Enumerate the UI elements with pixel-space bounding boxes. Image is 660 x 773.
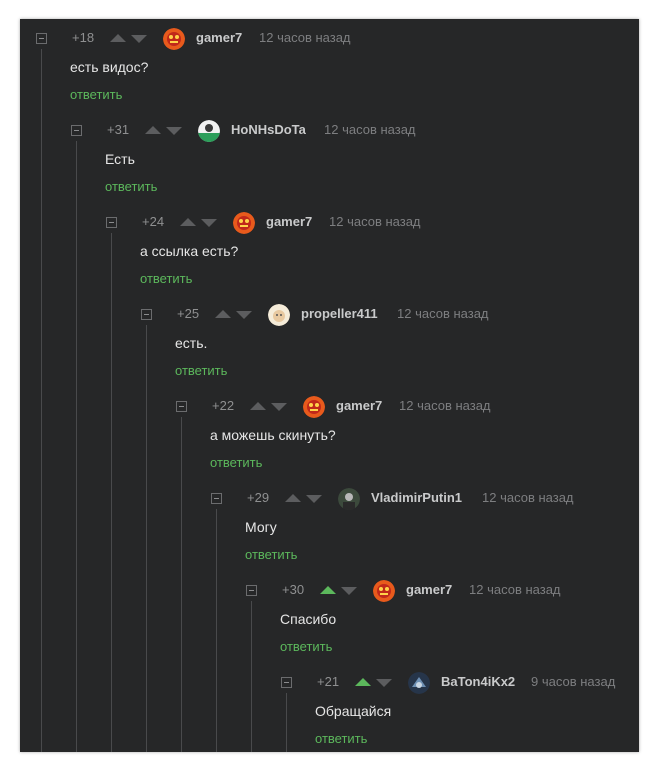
comment: +22 gamer7 12 часов назад а можешь скину…	[20, 387, 639, 479]
downvote-arrow-icon[interactable]	[201, 219, 217, 227]
comment-text: а ссылка есть?	[140, 243, 239, 259]
username-link[interactable]: HoNHsDoTa	[231, 122, 306, 137]
comment-time: 12 часов назад	[397, 306, 489, 321]
comment-rating: +24	[142, 214, 165, 229]
comment-time: 12 часов назад	[482, 490, 574, 505]
username-link[interactable]: BaTon4iKx2	[441, 674, 515, 689]
username-link[interactable]: gamer7	[196, 30, 242, 45]
comment: +25 propeller411 12 часов назад есть. от…	[20, 295, 639, 387]
reply-link[interactable]: ответить	[105, 179, 157, 194]
downvote-arrow-icon[interactable]	[166, 127, 182, 135]
avatar[interactable]	[338, 488, 360, 510]
upvote-arrow-icon[interactable]	[110, 34, 126, 42]
comment: +31 HoNHsDoTa 12 часов назад Есть ответи…	[20, 111, 639, 203]
comment: +29 VladimirPutin1 12 часов назад Могу о…	[20, 479, 639, 571]
comment-rating: +31	[107, 122, 130, 137]
comment-rating: +30	[282, 582, 305, 597]
reply-link[interactable]: ответить	[140, 271, 192, 286]
username-link[interactable]: gamer7	[406, 582, 452, 597]
comment-rating: +18	[72, 30, 95, 45]
upvote-arrow-icon[interactable]	[355, 678, 371, 686]
comment-text: Есть	[105, 151, 135, 167]
avatar[interactable]	[268, 304, 290, 326]
comment-rating: +22	[212, 398, 235, 413]
collapse-button[interactable]	[246, 585, 257, 596]
comment: +30 gamer7 12 часов назад Спасибо ответи…	[20, 571, 639, 663]
collapse-button[interactable]	[211, 493, 222, 504]
collapse-button[interactable]	[141, 309, 152, 320]
comment-time: 12 часов назад	[324, 122, 416, 137]
reply-link[interactable]: ответить	[315, 731, 367, 746]
comment-time: 12 часов назад	[399, 398, 491, 413]
collapse-button[interactable]	[36, 33, 47, 44]
collapse-button[interactable]	[176, 401, 187, 412]
avatar[interactable]	[198, 120, 220, 142]
comment-text: а можешь скинуть?	[210, 427, 336, 443]
username-link[interactable]: gamer7	[336, 398, 382, 413]
username-link[interactable]: VladimirPutin1	[371, 490, 462, 505]
reply-link[interactable]: ответить	[70, 87, 122, 102]
comment-text: Спасибо	[280, 611, 337, 627]
upvote-arrow-icon[interactable]	[215, 310, 231, 318]
downvote-arrow-icon[interactable]	[236, 311, 252, 319]
avatar[interactable]	[408, 672, 430, 694]
downvote-arrow-icon[interactable]	[306, 495, 322, 503]
comment: +21 BaTon4iKx2 9 часов назад Обращайся о…	[20, 663, 639, 752]
downvote-arrow-icon[interactable]	[271, 403, 287, 411]
upvote-arrow-icon[interactable]	[320, 586, 336, 594]
upvote-arrow-icon[interactable]	[285, 494, 301, 502]
upvote-arrow-icon[interactable]	[145, 126, 161, 134]
username-link[interactable]: gamer7	[266, 214, 312, 229]
avatar[interactable]	[373, 580, 395, 602]
comment-time: 12 часов назад	[469, 582, 561, 597]
downvote-arrow-icon[interactable]	[341, 587, 357, 595]
reply-link[interactable]: ответить	[280, 639, 332, 654]
collapse-button[interactable]	[281, 677, 292, 688]
avatar[interactable]	[233, 212, 255, 234]
comment-text: есть.	[175, 335, 208, 351]
comment-thread: +18 gamer7 12 часов назад есть видос? от…	[20, 19, 639, 752]
reply-link[interactable]: ответить	[175, 363, 227, 378]
downvote-arrow-icon[interactable]	[131, 35, 147, 43]
comment-rating: +25	[177, 306, 200, 321]
comment-time: 12 часов назад	[259, 30, 351, 45]
upvote-arrow-icon[interactable]	[180, 218, 196, 226]
comment-time: 9 часов назад	[531, 674, 616, 689]
comment: +18 gamer7 12 часов назад есть видос? от…	[20, 19, 639, 111]
upvote-arrow-icon[interactable]	[250, 402, 266, 410]
avatar[interactable]	[303, 396, 325, 418]
collapse-button[interactable]	[106, 217, 117, 228]
comment-text: Могу	[245, 519, 277, 535]
comment-time: 12 часов назад	[329, 214, 421, 229]
comment-rating: +21	[317, 674, 340, 689]
comment-text: есть видос?	[70, 59, 149, 75]
reply-link[interactable]: ответить	[210, 455, 262, 470]
downvote-arrow-icon[interactable]	[376, 679, 392, 687]
username-link[interactable]: propeller411	[301, 306, 378, 321]
reply-link[interactable]: ответить	[245, 547, 297, 562]
comment: +24 gamer7 12 часов назад а ссылка есть?…	[20, 203, 639, 295]
avatar[interactable]	[163, 28, 185, 50]
collapse-button[interactable]	[71, 125, 82, 136]
comment-text: Обращайся	[315, 703, 392, 719]
comment-rating: +29	[247, 490, 270, 505]
